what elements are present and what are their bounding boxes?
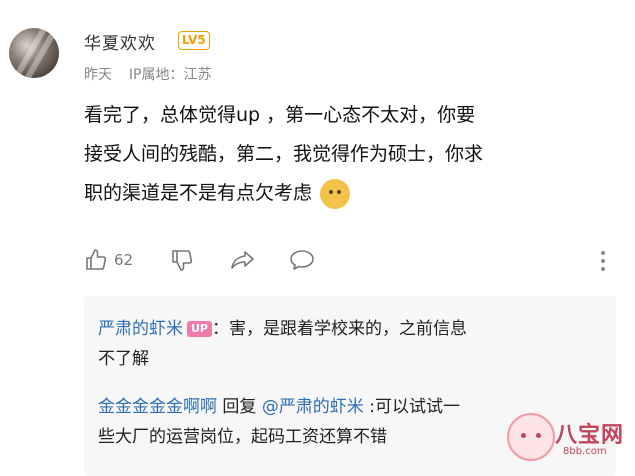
more-options-button[interactable] — [598, 250, 608, 272]
comment-line: 职的渠道是不是有点欠考虑 — [84, 174, 604, 213]
ip-location: IP属地：江苏 — [128, 67, 212, 83]
watermark-face-icon — [507, 413, 555, 461]
doge-emoji-icon — [320, 178, 351, 209]
thumbs-down-icon — [172, 250, 193, 271]
username[interactable]: 华夏欢欢 — [84, 29, 156, 54]
comment-time: 昨天 — [84, 67, 112, 83]
comment-content: 看完了，总体觉得up ，第一心态不太对，你要 接受人间的残酷，第二，我觉得作为硕… — [84, 96, 604, 213]
reply-text: ：害，是跟着学校来的，之前信息 — [212, 319, 467, 339]
reply-text: :可以试试一 — [363, 397, 460, 417]
reply-item[interactable]: 严肃的虾米 UP ：害，是跟着学校来的，之前信息 不了解 — [98, 314, 598, 374]
more-vertical-icon — [601, 251, 605, 271]
share-icon — [231, 251, 254, 269]
thumbs-up-icon — [86, 249, 107, 270]
reply-author-link[interactable]: 金金金金金啊啊 — [98, 397, 217, 417]
reply-line: 不了解 — [98, 349, 149, 369]
watermark: 八宝网 8bb.com — [507, 413, 629, 463]
dislike-button[interactable] — [170, 248, 194, 272]
reply-word: 回复 — [217, 397, 262, 417]
like-count: 62 — [114, 251, 134, 269]
like-button[interactable] — [84, 248, 108, 272]
level-badge: LV5 — [178, 31, 210, 50]
comment-line: 接受人间的残酷，第二，我觉得作为硕士，你求 — [84, 143, 484, 165]
reply-line: 严肃的虾米 UP ：害，是跟着学校来的，之前信息 — [98, 314, 598, 344]
comment-line: 看完了，总体觉得up ，第一心态不太对，你要 — [84, 104, 476, 126]
avatar[interactable] — [9, 28, 59, 78]
reply-author-link[interactable]: 严肃的虾米 — [98, 319, 183, 339]
mention-link[interactable]: @严肃的虾米 — [262, 397, 364, 417]
comment-meta: 昨天 IP属地：江苏 — [84, 64, 211, 84]
watermark-text: 八宝网 — [555, 423, 625, 448]
share-button[interactable] — [230, 248, 256, 272]
comment-bubble-icon — [290, 250, 314, 270]
reply-button[interactable] — [289, 248, 315, 272]
up-badge: UP — [187, 321, 212, 337]
comment-line-text: 职的渠道是不是有点欠考虑 — [84, 182, 313, 204]
watermark-url: 8bb.com — [563, 446, 607, 457]
